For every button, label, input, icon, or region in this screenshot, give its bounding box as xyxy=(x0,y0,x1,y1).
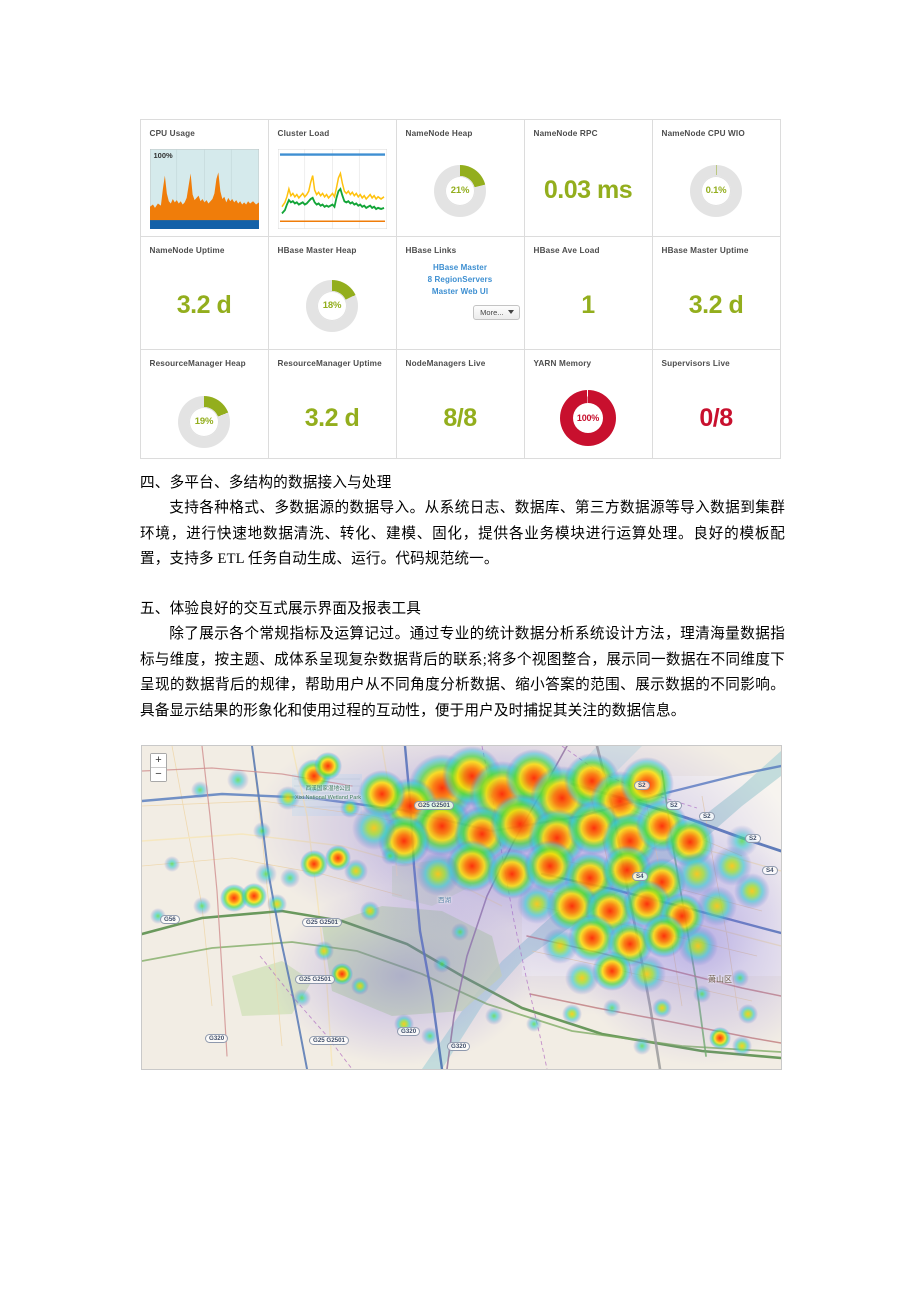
road-shield: G25 G2501 xyxy=(309,1036,349,1045)
gauge-value: 19% xyxy=(194,416,214,427)
widget-cpu-usage[interactable]: CPU Usage 100% xyxy=(139,118,269,237)
widget-title: NameNode RPC xyxy=(533,128,598,138)
hbase-master-uptime-value: 3.2 d xyxy=(688,291,744,319)
road-shield: S2 xyxy=(634,781,650,790)
road-shield: G320 xyxy=(397,1027,421,1036)
resourcemanager-heap-gauge: 19% xyxy=(178,395,230,448)
widget-title: ResourceManager Uptime xyxy=(277,358,382,368)
widget-title: NameNode CPU WIO xyxy=(661,128,745,138)
widget-nodemanagers-live[interactable]: NodeManagers Live 8/8 xyxy=(395,348,525,459)
place-label-district: 萧山区 xyxy=(708,975,732,984)
widget-title: HBase Links xyxy=(405,245,457,255)
widget-hbase-master-heap[interactable]: HBase Master Heap 18% xyxy=(267,235,397,350)
widget-title: CPU Usage xyxy=(149,128,195,138)
cluster-load-svg xyxy=(277,148,387,229)
widget-title: Cluster Load xyxy=(277,128,330,138)
widget-supervisors-live[interactable]: Supervisors Live 0/8 xyxy=(651,348,781,459)
road-shield: G25 G2501 xyxy=(414,801,454,810)
widget-yarn-memory[interactable]: YARN Memory 100% xyxy=(523,348,653,459)
widget-namenode-rpc[interactable]: NameNode RPC 0.03 ms xyxy=(523,118,653,237)
road-shield: G320 xyxy=(205,1034,229,1043)
chevron-down-icon xyxy=(507,310,514,314)
widget-title: NodeManagers Live xyxy=(405,358,486,368)
road-shield: S4 xyxy=(632,872,648,881)
cpu-usage-svg xyxy=(149,148,259,229)
widget-hbase-links[interactable]: HBase Links HBase Master 8 RegionServers… xyxy=(395,235,525,350)
zoom-in-button[interactable]: + xyxy=(151,754,166,768)
more-label: More... xyxy=(480,307,504,317)
namenode-rpc-value: 0.03 ms xyxy=(543,176,633,204)
gauge-value: 0.1% xyxy=(705,185,727,196)
nodemanagers-live-value: 8/8 xyxy=(443,404,477,432)
map-zoom-control[interactable]: + − xyxy=(150,753,167,782)
place-label-park-en: Xixi National Wetland Park xyxy=(294,795,362,801)
widget-title: NameNode Uptime xyxy=(149,245,225,255)
yarn-memory-gauge: 100% xyxy=(560,389,616,446)
road-shield: G25 G2501 xyxy=(295,975,335,984)
zoom-out-button[interactable]: − xyxy=(151,768,166,781)
widget-hbase-master-uptime[interactable]: HBase Master Uptime 3.2 d xyxy=(651,235,781,350)
widget-namenode-heap[interactable]: NameNode Heap 21% xyxy=(395,118,525,237)
section-four: 四、多平台、多结构的数据接入与处理 支持各种格式、多数据源的数据导入。从系统日志… xyxy=(140,471,785,573)
document-page: CPU Usage 100% Cluster Load NameNode Hea… xyxy=(0,0,920,1302)
resourcemanager-uptime-value: 3.2 d xyxy=(304,404,360,432)
section-five-body: 除了展示各个常规指标及运算记过。通过专业的统计数据分析系统设计方法，理清海量数据… xyxy=(140,626,785,719)
widget-title: YARN Memory xyxy=(533,358,592,368)
road-shield: S2 xyxy=(666,801,682,810)
cpu-usage-chart: 100% xyxy=(149,148,259,229)
gauge-value: 100% xyxy=(576,412,600,423)
widget-cluster-load[interactable]: Cluster Load xyxy=(267,118,397,237)
namenode-uptime-value: 3.2 d xyxy=(176,291,232,319)
section-four-body: 支持各种格式、多数据源的数据导入。从系统日志、数据库、第三方数据源等导入数据到集… xyxy=(140,500,785,567)
cpu-usage-max-label: 100% xyxy=(153,150,173,160)
section-five: 五、体验良好的交互式展示界面及报表工具 除了展示各个常规指标及运算记过。通过专业… xyxy=(140,597,785,724)
namenode-cpu-wio-gauge: 0.1% xyxy=(690,164,742,217)
widget-title: Supervisors Live xyxy=(661,358,730,368)
road-shield: G25 G2501 xyxy=(302,918,342,927)
road-shield: G320 xyxy=(447,1042,471,1051)
widget-hbase-ave-load[interactable]: HBase Ave Load 1 xyxy=(523,235,653,350)
hbase-master-heap-gauge: 18% xyxy=(306,279,358,332)
link-regionservers[interactable]: 8 RegionServers xyxy=(428,275,493,284)
map-heat-layer xyxy=(150,746,781,1066)
hbase-links-list: HBase Master 8 RegionServers Master Web … xyxy=(397,263,524,320)
place-label-park-cn: 西溪国家湿地公园 xyxy=(305,786,351,792)
widget-resourcemanager-heap[interactable]: ResourceManager Heap 19% xyxy=(139,348,269,459)
road-shield: S2 xyxy=(745,834,761,843)
cluster-load-chart xyxy=(277,148,387,229)
heatmap-map[interactable]: + − G25 G2501 G56 G25 G2501 G25 G2501 G2… xyxy=(141,745,782,1070)
gauge-value: 18% xyxy=(322,300,342,311)
hadoop-dashboard-grid: CPU Usage 100% Cluster Load NameNode Hea… xyxy=(139,118,781,459)
supervisors-live-value: 0/8 xyxy=(699,404,733,432)
road-shield: S4 xyxy=(762,866,778,875)
widget-title: HBase Master Heap xyxy=(277,245,357,255)
hbase-ave-load-value: 1 xyxy=(581,291,595,319)
more-dropdown-button[interactable]: More... xyxy=(473,304,520,320)
widget-title: NameNode Heap xyxy=(405,128,473,138)
namenode-heap-gauge: 21% xyxy=(434,164,486,217)
road-shield: G56 xyxy=(160,915,180,924)
gauge-value: 21% xyxy=(450,185,470,196)
link-hbase-master[interactable]: HBase Master xyxy=(433,263,487,272)
road-shield: S2 xyxy=(699,812,715,821)
widget-resourcemanager-uptime[interactable]: ResourceManager Uptime 3.2 d xyxy=(267,348,397,459)
section-four-heading: 四、多平台、多结构的数据接入与处理 xyxy=(140,475,392,491)
widget-title: HBase Ave Load xyxy=(533,245,600,255)
widget-title: ResourceManager Heap xyxy=(149,358,246,368)
widget-namenode-uptime[interactable]: NameNode Uptime 3.2 d xyxy=(139,235,269,350)
place-label-lake: 西湖 xyxy=(438,897,451,904)
widget-title: HBase Master Uptime xyxy=(661,245,749,255)
section-five-heading: 五、体验良好的交互式展示界面及报表工具 xyxy=(140,601,422,617)
widget-namenode-cpu-wio[interactable]: NameNode CPU WIO 0.1% xyxy=(651,118,781,237)
link-master-web-ui[interactable]: Master Web UI xyxy=(432,287,488,296)
